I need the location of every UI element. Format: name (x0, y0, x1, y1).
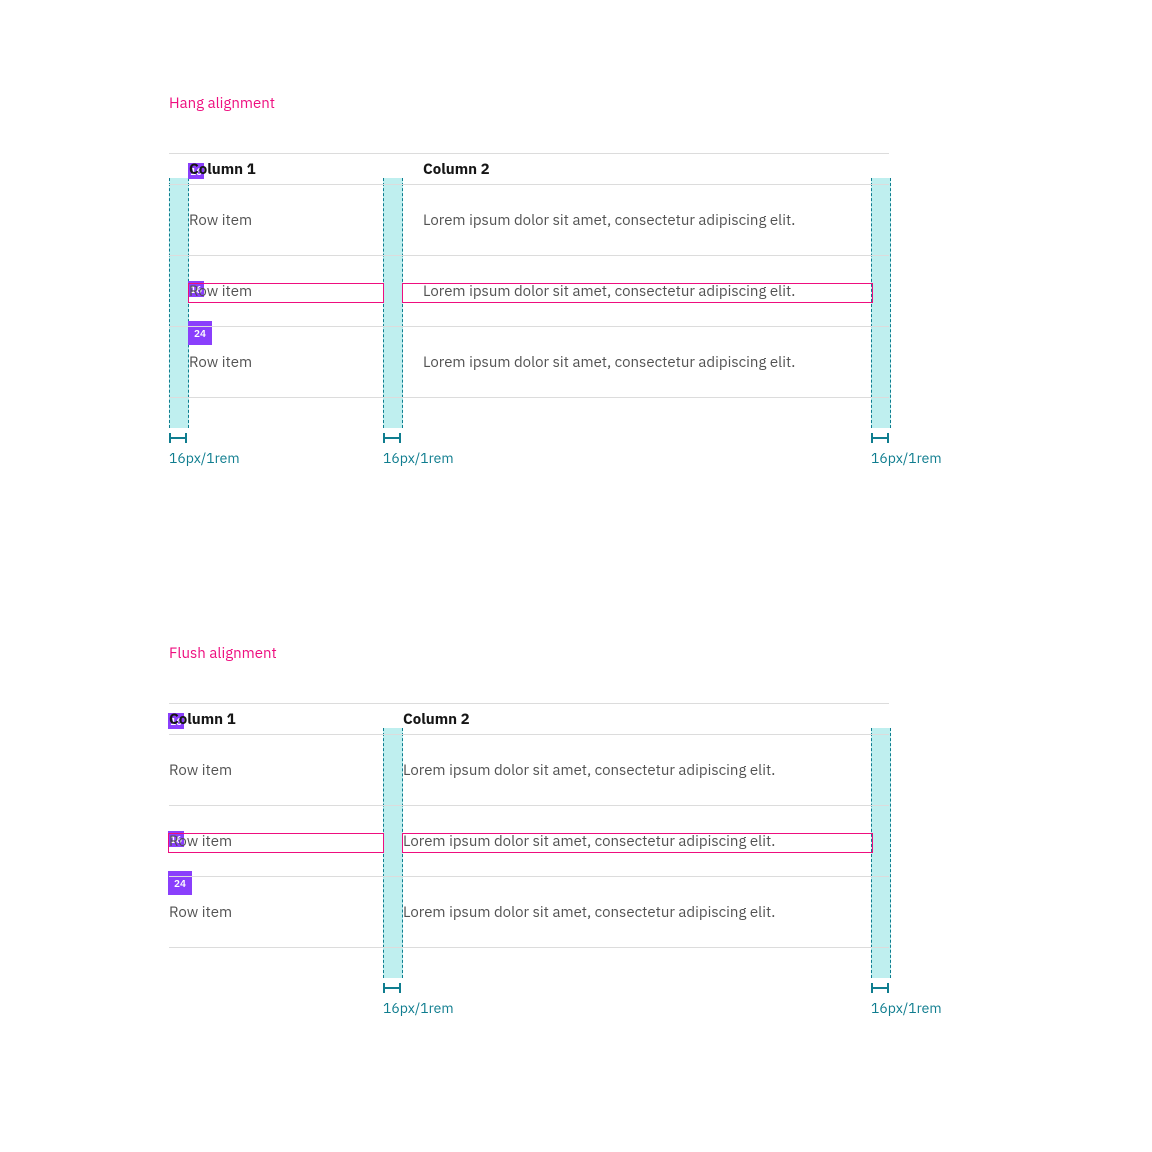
col-header-2: Column 2 (383, 710, 889, 729)
col-header-1: Column 1 (169, 710, 383, 729)
cell: Row item (169, 353, 403, 372)
measurement: 16px/1rem (871, 433, 942, 467)
table-flush: Column 1 Column 2 Row item Lorem ipsum d… (169, 703, 889, 948)
hang-diagram: 16 16 24 Column 1 Column 2 Row item Lore… (169, 153, 949, 398)
col-header-1: Column 1 (169, 160, 403, 179)
cell: Lorem ipsum dolor sit amet, consectetur … (403, 211, 889, 230)
cell: Row item (169, 903, 383, 922)
section-title-flush: Flush alignment (169, 644, 949, 663)
measurement-label: 16px/1rem (169, 449, 240, 467)
cell: Row item (169, 282, 403, 301)
measurement: 16px/1rem (383, 983, 454, 1017)
measurement: 16px/1rem (871, 983, 942, 1017)
measurement: 16px/1rem (383, 433, 454, 467)
cell: Row item (169, 832, 383, 851)
table-row-active: Row item Lorem ipsum dolor sit amet, con… (169, 256, 889, 327)
cell: Lorem ipsum dolor sit amet, consectetur … (383, 761, 889, 780)
table-row: Row item Lorem ipsum dolor sit amet, con… (169, 735, 889, 806)
cell: Lorem ipsum dolor sit amet, consectetur … (403, 353, 889, 372)
cell: Row item (169, 761, 383, 780)
measurement-label: 16px/1rem (871, 999, 942, 1017)
table-hang: Column 1 Column 2 Row item Lorem ipsum d… (169, 153, 889, 398)
measurement: 16px/1rem (169, 433, 240, 467)
measurement-label: 16px/1rem (383, 999, 454, 1017)
table-header-row: Column 1 Column 2 (169, 704, 889, 735)
measurement-label: 16px/1rem (383, 449, 454, 467)
table-row: Row item Lorem ipsum dolor sit amet, con… (169, 185, 889, 256)
flush-diagram: 16 16 24 Column 1 Column 2 Row item Lore… (169, 703, 949, 948)
table-header-row: Column 1 Column 2 (169, 154, 889, 185)
cell: Lorem ipsum dolor sit amet, consectetur … (403, 282, 889, 301)
table-row: Row item Lorem ipsum dolor sit amet, con… (169, 327, 889, 398)
section-title-hang: Hang alignment (169, 94, 949, 113)
table-row: Row item Lorem ipsum dolor sit amet, con… (169, 877, 889, 948)
table-row-active: Row item Lorem ipsum dolor sit amet, con… (169, 806, 889, 877)
cell: Lorem ipsum dolor sit amet, consectetur … (383, 832, 889, 851)
col-header-2: Column 2 (403, 160, 889, 179)
measurement-label: 16px/1rem (871, 449, 942, 467)
cell: Lorem ipsum dolor sit amet, consectetur … (383, 903, 889, 922)
cell: Row item (169, 211, 403, 230)
